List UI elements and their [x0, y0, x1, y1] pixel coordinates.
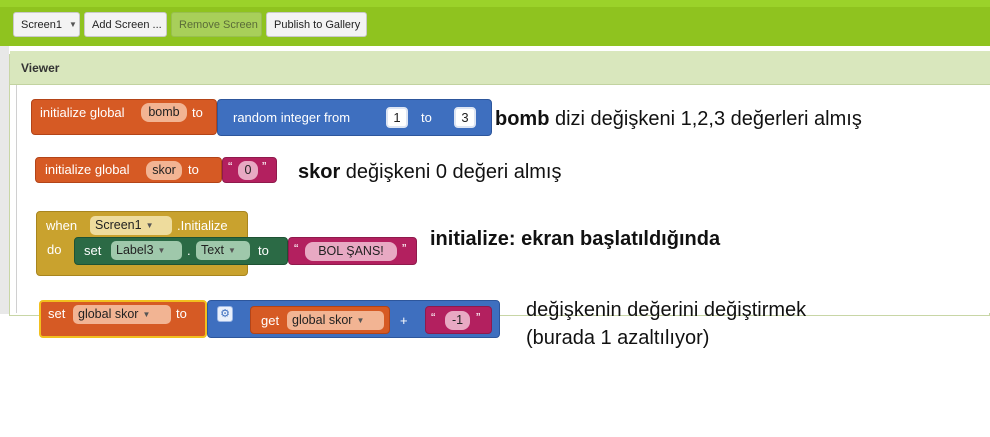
publish-to-gallery-button[interactable]: Publish to Gallery — [266, 12, 367, 37]
to-label: to — [258, 243, 269, 258]
get-keyword: get — [261, 313, 280, 328]
screen-select-label: Screen1 — [21, 19, 62, 31]
remove-screen-button[interactable]: Remove Screen — [171, 12, 262, 37]
annotation-skor-bold: skor — [298, 161, 341, 183]
variable-dropdown-label: global skor — [78, 307, 139, 321]
plus-operator: + — [400, 313, 408, 328]
top-toolbar: Screen1 ▼ Add Screen ... Remove Screen P… — [0, 0, 990, 46]
close-quote-icon: ” — [476, 310, 481, 325]
screen-select-button[interactable]: Screen1 ▼ — [13, 12, 80, 37]
to-label: to — [192, 105, 203, 120]
chevron-down-icon: ▼ — [227, 246, 236, 255]
component-dropdown[interactable]: Screen1 ▼ — [90, 216, 172, 235]
annotation-bomb: bomb dizi değişkeni 1,2,3 değerleri almı… — [495, 108, 862, 131]
text-value-field[interactable]: 0 — [238, 161, 258, 180]
to-label: to — [188, 162, 199, 177]
chevron-down-icon: ▼ — [142, 310, 151, 319]
close-quote-icon: ” — [262, 159, 267, 174]
chevron-down-icon: ▼ — [69, 20, 77, 29]
close-quote-icon: ” — [402, 241, 407, 256]
variable-dropdown[interactable]: global skor ▼ — [73, 305, 171, 324]
toolbar-stripe — [0, 0, 990, 7]
annotation-skor-text: değişkeni 0 değeri almış — [340, 161, 562, 183]
set-keyword: set — [48, 306, 66, 321]
open-quote-icon: “ — [228, 159, 233, 174]
chevron-down-icon: ▼ — [356, 316, 365, 325]
from-number-field[interactable]: 1 — [386, 107, 408, 128]
label-component-text: Label3 — [116, 243, 154, 257]
event-name: .Initialize — [177, 218, 228, 233]
property-dropdown[interactable]: Text ▼ — [196, 241, 250, 260]
to-label: to — [176, 306, 187, 321]
annotation-change-value-line2: (burada 1 azaltılıyor) — [526, 327, 710, 349]
to-number-field[interactable]: 3 — [454, 107, 476, 128]
chevron-down-icon: ▼ — [157, 246, 166, 255]
open-quote-icon: “ — [294, 241, 299, 256]
do-keyword: do — [47, 242, 62, 257]
chevron-down-icon: ▼ — [145, 221, 154, 230]
viewer-left-gutter — [0, 46, 9, 314]
set-keyword: set — [84, 243, 102, 258]
to-label-2: to — [421, 110, 432, 125]
open-quote-icon: “ — [431, 310, 436, 325]
add-screen-button[interactable]: Add Screen ... — [84, 12, 167, 37]
init-global-keyword: initialize global — [40, 105, 125, 120]
annotation-bomb-bold: bomb — [495, 108, 550, 130]
viewer-title: Viewer — [10, 51, 990, 85]
init-global-keyword: initialize global — [45, 162, 130, 177]
label-component-dropdown[interactable]: Label3 ▼ — [111, 241, 182, 260]
annotation-skor: skor değişkeni 0 değeri almış — [298, 161, 561, 184]
annotation-change-value-line1: değişkenin değerini değiştirmek — [526, 299, 807, 321]
when-keyword: when — [46, 218, 78, 233]
text-value-field[interactable]: BOL ŞANS! — [305, 242, 397, 261]
annotation-initialize: initialize: ekran başlatıldığında — [430, 228, 721, 250]
property-text: Text — [201, 243, 224, 257]
var-name-field[interactable]: skor — [146, 161, 182, 180]
gear-icon[interactable]: ⚙ — [217, 306, 233, 322]
annotation-bomb-text: dizi değişkeni 1,2,3 değerleri almış — [549, 108, 862, 130]
dot-separator: . — [187, 243, 191, 258]
get-variable-label: global skor — [292, 313, 353, 327]
get-variable-dropdown[interactable]: global skor ▼ — [287, 311, 384, 330]
component-dropdown-label: Screen1 — [95, 218, 142, 232]
var-name-field[interactable]: bomb — [141, 103, 187, 122]
text-value-field[interactable]: -1 — [445, 311, 470, 330]
random-integer-label: random integer from — [233, 110, 351, 125]
